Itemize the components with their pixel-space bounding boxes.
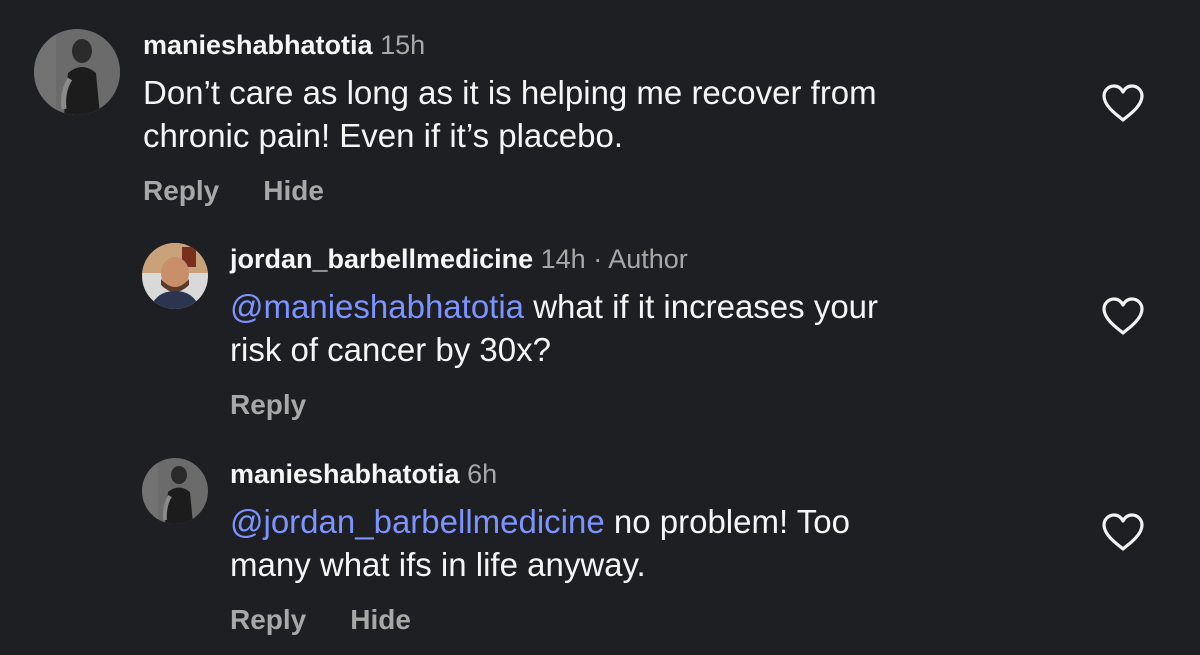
comment-text: Don’t care as long as it is helping me r… (143, 71, 877, 157)
author-badge: · Author (593, 244, 688, 274)
comment-text-line: many what ifs in life anyway. (230, 546, 646, 583)
comment-username[interactable]: manieshabhatotia (143, 30, 373, 60)
hide-button[interactable]: Hide (350, 604, 411, 635)
comment-text-line: what if it increases your (524, 288, 879, 325)
heart-outline-icon[interactable] (1100, 83, 1146, 123)
comment-text: @jordan_barbellmedicine no problem! Too … (230, 500, 850, 586)
comment-timestamp: 6h (467, 459, 498, 489)
reply-button[interactable]: Reply (230, 389, 306, 420)
reply-button[interactable]: Reply (230, 604, 306, 635)
comment-username[interactable]: manieshabhatotia (230, 459, 460, 489)
heart-outline-icon[interactable] (1100, 296, 1146, 336)
comment-text-line: risk of cancer by 30x? (230, 331, 551, 368)
comment-username[interactable]: jordan_barbellmedicine (230, 244, 533, 274)
comment-text-line: no problem! Too (604, 503, 850, 540)
mention-link[interactable]: @jordan_barbellmedicine (230, 503, 605, 540)
avatar[interactable] (142, 243, 208, 309)
avatar[interactable] (142, 458, 208, 524)
hide-button[interactable]: Hide (263, 175, 324, 206)
heart-outline-icon[interactable] (1100, 512, 1146, 552)
avatar[interactable] (34, 29, 120, 115)
comment-timestamp: 14h (540, 244, 586, 274)
comment-timestamp: 15h (380, 30, 426, 60)
mention-link[interactable]: @manieshabhatotia (230, 288, 524, 325)
reply-button[interactable]: Reply (143, 175, 219, 206)
comment-text: @manieshabhatotia what if it increases y… (230, 285, 878, 371)
comment-text-line: chronic pain! Even if it’s placebo. (143, 117, 623, 154)
comment-text-line: Don’t care as long as it is helping me r… (143, 74, 877, 111)
